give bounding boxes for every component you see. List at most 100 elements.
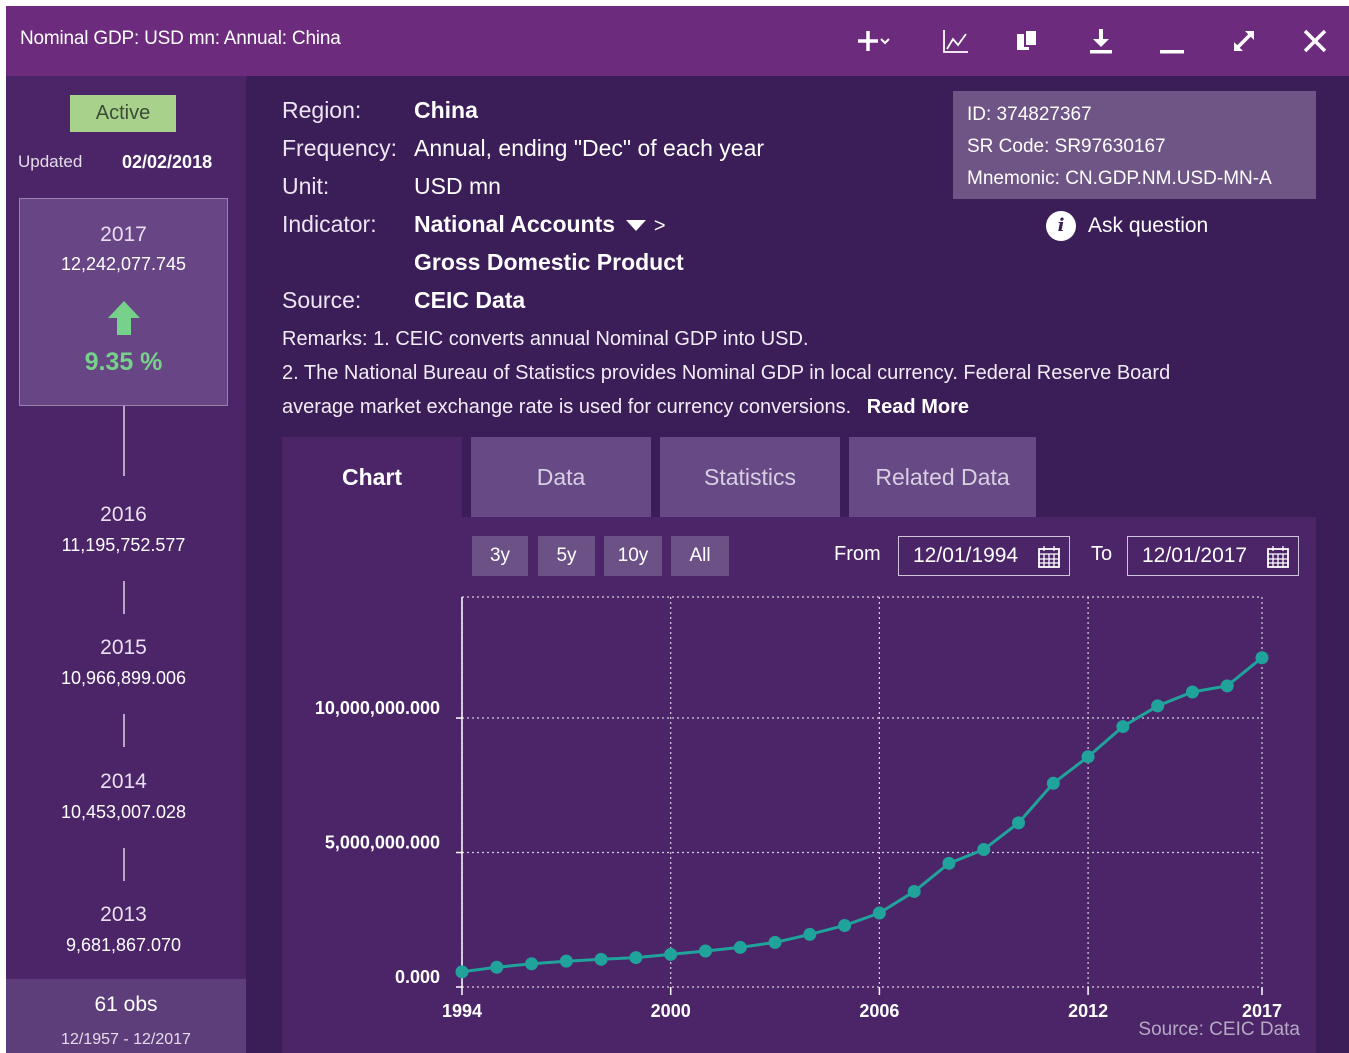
add-dropdown-icon[interactable] [854,22,892,60]
timeline-connector [123,406,125,476]
data-point[interactable] [698,944,712,958]
indicator-separator: > [653,215,666,237]
minimize-icon[interactable] [1152,22,1190,60]
y-tick-label: 10,000,000.000 [315,698,440,718]
data-point[interactable] [1220,679,1234,693]
read-more-link[interactable]: Read More [867,396,969,418]
remarks-text: average market exchange rate is used for… [282,396,852,418]
expand-icon[interactable] [1225,22,1263,60]
info-icon: i [1046,211,1076,241]
indicator-label: Indicator: [282,211,377,237]
remarks-line-2: 2. The National Bureau of Statistics pro… [282,362,1171,384]
data-point[interactable] [838,919,852,933]
remarks-line-3: average market exchange rate is used for… [282,396,969,419]
latest-year: 2017 [100,223,147,246]
data-point[interactable] [490,960,504,974]
history-value: 9,681,867.070 [65,935,182,955]
source-label: Source: [282,287,362,313]
tab-statistics[interactable]: Statistics [660,437,840,517]
region-value: China [414,97,478,123]
y-tick-label: 5,000,000.000 [325,833,440,853]
close-icon[interactable] [1296,22,1334,60]
data-point[interactable] [1012,816,1026,830]
data-point[interactable] [525,957,539,971]
region-label: Region: [282,97,362,123]
x-tick-label: 2012 [1068,1001,1108,1021]
data-point[interactable] [733,940,747,954]
timeline-connector [123,714,125,747]
tab-data[interactable]: Data [471,437,651,517]
data-point[interactable] [907,884,921,898]
history-value: 11,195,752.577 [61,535,186,555]
chart-panel: 3y 5y 10y All From 12/01/1994 To 12/01/2… [282,517,1316,1053]
copy-icon[interactable] [1008,22,1046,60]
frequency-value: Annual, ending "Dec" of each year [414,135,765,161]
window-title: Nominal GDP: USD mn: Annual: China [20,28,341,49]
unit-label: Unit: [282,173,330,199]
data-point[interactable] [1116,720,1130,734]
indicator-value: National Accounts [414,211,616,237]
frequency-label: Frequency: [282,135,398,161]
data-point[interactable] [768,935,782,949]
x-tick-label: 2006 [859,1001,899,1021]
timeline-connector [123,848,125,881]
obs-range: 12/1957 - 12/2017 [61,1031,191,1048]
observations-summary: 61 obs 12/1957 - 12/2017 [6,979,246,1053]
data-point[interactable] [629,951,643,965]
data-point[interactable] [455,965,469,979]
latest-observation-card[interactable]: 2017 12,242,077.745 9.35 % [19,198,228,406]
data-point[interactable] [872,906,886,920]
updated-label: Updated [18,152,83,171]
download-icon[interactable] [1082,22,1120,60]
caret-down-icon [626,220,647,231]
tab-chart[interactable]: Chart [282,437,462,517]
series-line [461,656,1263,974]
history-year: 2014 [100,770,147,793]
latest-value: 12,242,077.745 [60,254,187,274]
data-point[interactable] [942,856,956,870]
x-tick-label: 1994 [442,1001,482,1021]
arrow-up-icon [108,301,140,335]
history-year: 2015 [100,636,147,659]
updated-date: 02/02/2018 [122,152,213,172]
history-year: 2016 [100,503,147,526]
chart-source-note: Source: CEIC Data [1138,1019,1300,1040]
data-point[interactable] [803,927,817,941]
data-point[interactable] [594,952,608,966]
x-tick-label: 2000 [651,1001,691,1021]
series-id-box: ID: 374827367 SR Code: SR97630167 Mnemon… [953,91,1316,199]
ask-question-label: Ask question [1088,214,1209,237]
indicator-subcategory: Gross Domestic Product [414,249,684,275]
data-point[interactable] [1185,685,1199,699]
source-value: CEIC Data [414,287,526,313]
history-year: 2013 [100,903,147,926]
obs-count: 61 obs [94,993,158,1016]
series-id: ID: 374827367 [967,104,1092,125]
change-percent: 9.35 % [84,348,163,376]
sr-code: SR Code: SR97630167 [967,136,1166,157]
series-window: Nominal GDP: USD mn: Annual: China Activ… [6,6,1349,1053]
line-chart-icon[interactable] [936,22,974,60]
history-value: 10,453,007.028 [60,802,187,822]
unit-value: USD mn [414,173,501,199]
timeline-connector [123,581,125,614]
data-point[interactable] [977,843,991,857]
data-point[interactable] [1151,699,1165,713]
status-badge: Active [70,95,176,132]
title-bar[interactable]: Nominal GDP: USD mn: Annual: China [6,6,1349,76]
mnemonic: Mnemonic: CN.GDP.NM.USD-MN-A [967,168,1272,189]
data-point[interactable] [1081,750,1095,764]
ask-question-button[interactable]: i Ask question [1046,211,1208,241]
data-point[interactable] [1046,776,1060,790]
remarks-line-1: Remarks: 1. CEIC converts annual Nominal… [282,328,809,350]
data-point[interactable] [1255,651,1269,665]
gdp-line-chart[interactable]: 0.000 5,000,000.000 10,000,000.000 1994 2000… [282,517,1316,1053]
data-point[interactable] [559,954,573,968]
x-tick-label: 2017 [1242,1001,1282,1021]
tab-related-data[interactable]: Related Data [849,437,1036,517]
indicator-dropdown[interactable]: National Accounts > [414,211,666,238]
history-value: 10,966,899.006 [60,668,187,688]
y-tick-label: 0.000 [395,967,440,987]
observation-sidebar: Active Updated 02/02/2018 2017 12,242,07… [6,76,246,1053]
data-point[interactable] [664,947,678,961]
